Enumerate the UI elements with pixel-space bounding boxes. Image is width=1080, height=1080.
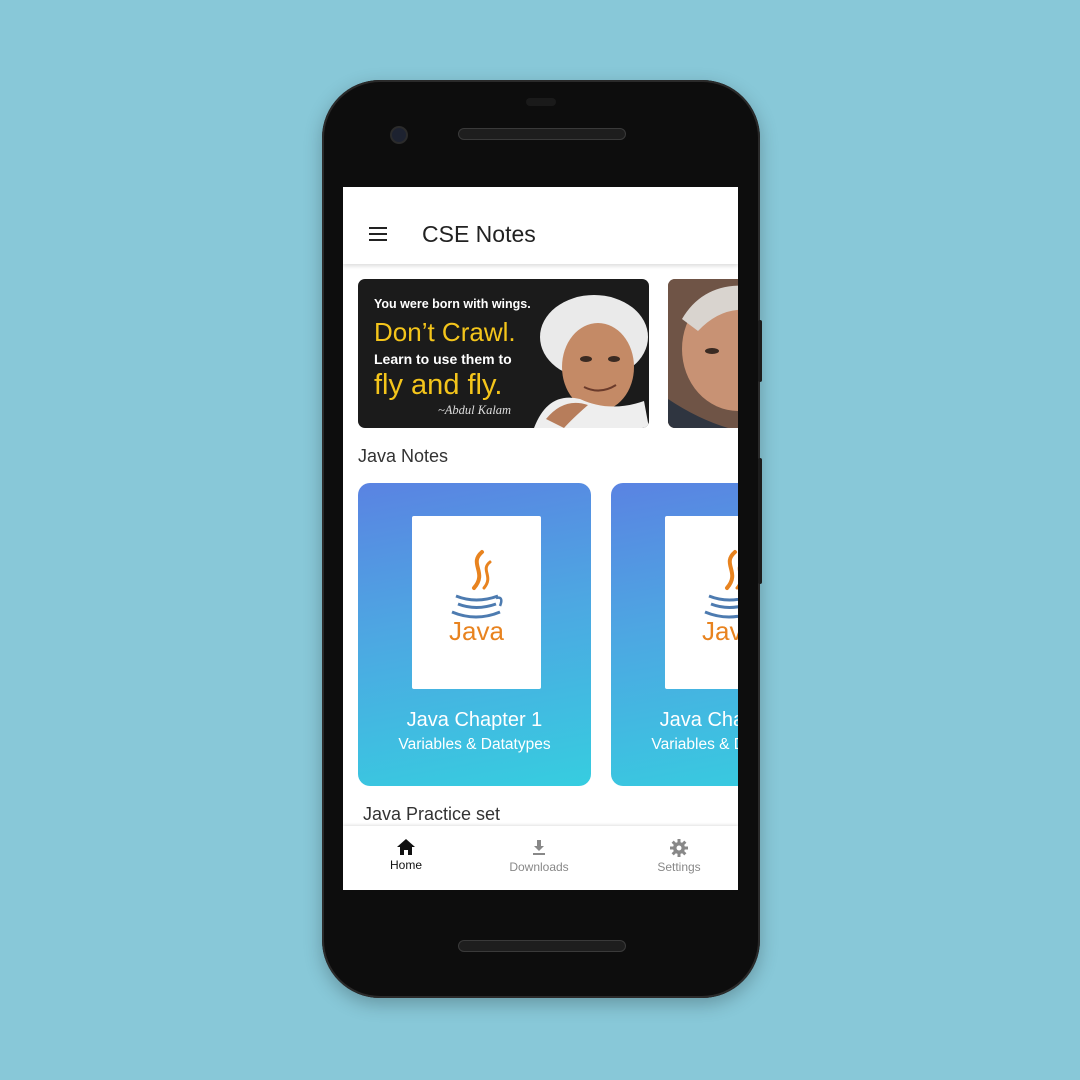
nav-downloads[interactable]: Downloads bbox=[499, 826, 579, 890]
app-title: CSE Notes bbox=[422, 221, 536, 247]
quote-line-3: Learn to use them to bbox=[374, 351, 512, 367]
quote-banner[interactable]: You were born with wings. Don’t Crawl. L… bbox=[358, 279, 649, 428]
nav-label-settings: Settings bbox=[657, 860, 701, 874]
card-title: Java Chapter 1 bbox=[406, 709, 543, 731]
card-subtitle: Variables & Datatypes bbox=[398, 736, 551, 753]
home-icon bbox=[397, 839, 415, 855]
java-logo-text: Java bbox=[449, 616, 504, 646]
nav-settings[interactable]: Settings bbox=[643, 826, 715, 890]
section-title-java-practice: Java Practice set bbox=[363, 804, 501, 824]
download-icon bbox=[533, 840, 545, 855]
portrait-photo bbox=[668, 279, 738, 428]
nav-label-home: Home bbox=[389, 858, 422, 872]
section-title-java-notes: Java Notes bbox=[358, 446, 449, 466]
quote-line-4: fly and fly. bbox=[374, 369, 503, 401]
chapter-card[interactable]: Java Java Chapter 1 Variables & Datatype… bbox=[358, 483, 591, 786]
app-bar: CSE Notes bbox=[343, 187, 738, 264]
java-logo-icon bbox=[451, 550, 503, 619]
volume-button bbox=[758, 458, 762, 584]
card-subtitle: Variables & Datatypes bbox=[651, 736, 738, 753]
nav-label-downloads: Downloads bbox=[509, 860, 569, 874]
power-button bbox=[758, 320, 762, 382]
quote-line-1: You were born with wings. bbox=[374, 297, 531, 311]
hamburger-menu-icon[interactable] bbox=[369, 227, 387, 241]
bottom-navigation: Home Downloads Settings bbox=[343, 826, 738, 890]
chapter-card[interactable]: Java Java Chapter 1 Variables & Datatype… bbox=[611, 483, 738, 786]
quote-line-2: Don’t Crawl. bbox=[374, 317, 516, 347]
quote-banner-next[interactable] bbox=[668, 279, 738, 428]
card-title: Java Chapter 1 bbox=[659, 709, 738, 731]
front-camera bbox=[390, 126, 408, 144]
book-cover: Java bbox=[412, 516, 541, 689]
nav-home[interactable]: Home bbox=[373, 826, 439, 890]
top-speaker bbox=[458, 128, 626, 140]
quote-author: ~Abdul Kalam bbox=[438, 403, 512, 417]
app-screen: CSE Notes You were born with wings. Don’… bbox=[343, 187, 738, 890]
bottom-speaker bbox=[458, 940, 626, 952]
gear-icon bbox=[670, 839, 688, 857]
java-logo-text: Java bbox=[702, 616, 738, 646]
java-logo-icon bbox=[704, 550, 738, 619]
book-cover: Java bbox=[665, 516, 738, 689]
proximity-sensor bbox=[526, 98, 556, 106]
